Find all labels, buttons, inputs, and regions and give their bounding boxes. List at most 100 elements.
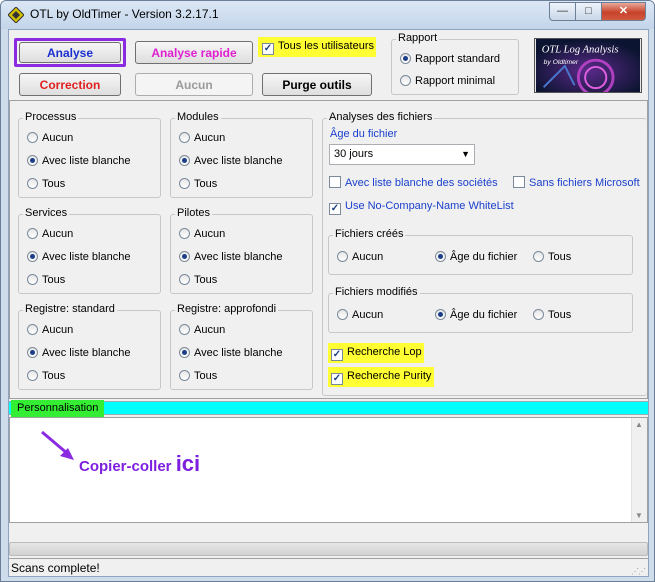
radio-dot[interactable] [179,132,190,143]
rapport-minimal-option[interactable]: Rapport minimal [400,75,495,89]
rapport-standard-label: Rapport standard [415,53,500,65]
radio-dot[interactable] [179,228,190,239]
option-label: Tous [194,370,218,382]
analyse-button[interactable]: Analyse [19,42,121,63]
option-label: Avec liste blanche [42,155,131,167]
radio-dot[interactable] [435,309,446,320]
checkbox-tick[interactable]: ✓ [331,373,343,385]
group-title: Registre: standard [23,303,117,315]
registre-approfondi-aucun[interactable]: Aucun [179,324,225,338]
radio-dot[interactable] [179,370,190,381]
radio-dot[interactable] [27,324,38,335]
checkbox-label: Sans fichiers Microsoft [529,177,640,189]
status-text: Scans complete! [11,561,100,575]
option-label: Tous [194,178,218,190]
checkbox-box[interactable] [329,176,341,188]
radio-dot[interactable] [27,370,38,381]
rapport-minimal-label: Rapport minimal [415,75,496,87]
tous-utilisateurs-label: Tous les utilisateurs [278,40,374,52]
modifies-aucun[interactable]: Aucun [337,309,383,323]
radio-dot[interactable] [179,347,190,358]
pilotes-avec-liste-blanche[interactable]: Avec liste blanche [179,251,282,265]
no-company-name-whitelist-checkbox[interactable]: ✓ Use No-Company-Name WhiteList [329,200,514,215]
group-title: Services [23,207,70,219]
processus-tous[interactable]: Tous [27,178,65,192]
textarea-scrollbar[interactable]: ▲ ▼ [631,418,647,522]
checkbox-tick[interactable]: ✓ [329,203,341,215]
option-label: Avec liste blanche [194,347,283,359]
radio-dot[interactable] [27,155,38,166]
radio-dot[interactable] [400,75,411,86]
modules-tous[interactable]: Tous [179,178,217,192]
radio-dot[interactable] [337,251,348,262]
purge-outils-button[interactable]: Purge outils [262,73,372,96]
annotation-text: Copier-coller [79,458,176,475]
services-avec-liste-blanche[interactable]: Avec liste blanche [27,251,130,265]
close-button[interactable]: ✕ [601,2,646,21]
analyse-rapide-button[interactable]: Analyse rapide [135,41,253,64]
radio-dot[interactable] [337,309,348,320]
processus-avec-liste-blanche[interactable]: Avec liste blanche [27,155,130,169]
avec-liste-blanche-societes-checkbox[interactable]: Avec liste blanche des sociétés [329,176,498,189]
rapport-standard-option[interactable]: Rapport standard [400,53,500,67]
radio-dot[interactable] [27,274,38,285]
radio-dot[interactable] [27,178,38,189]
correction-button[interactable]: Correction [19,73,121,96]
group-title: Modules [175,111,221,123]
radio-dot[interactable] [27,132,38,143]
resize-grip-icon[interactable]: ⋰⋰ [631,563,646,581]
maximize-button[interactable]: □ [575,2,602,21]
registre-standard-avec-liste-blanche[interactable]: Avec liste blanche [27,347,130,361]
recherche-lop-checkbox[interactable]: ✓ Recherche Lop [328,343,424,363]
radio-dot[interactable] [533,251,544,262]
option-label: Tous [42,274,66,286]
radio-dot[interactable] [179,274,190,285]
radio-dot[interactable] [400,53,411,64]
title-bar[interactable]: OTL by OldTimer - Version 3.2.17.1 — □ ✕ [1,1,654,29]
services-aucun[interactable]: Aucun [27,228,73,242]
radio-dot[interactable] [179,178,190,189]
crees-aucun[interactable]: Aucun [337,251,383,265]
scroll-up-icon[interactable]: ▲ [635,420,643,429]
radio-dot[interactable] [179,155,190,166]
aucun-button[interactable]: Aucun [135,73,253,96]
processus-aucun[interactable]: Aucun [27,132,73,146]
radio-dot[interactable] [533,309,544,320]
age-fichier-select[interactable]: 30 jours ▼ [329,144,475,165]
modifies-age-fichier[interactable]: Âge du fichier [435,309,517,323]
modules-avec-liste-blanche[interactable]: Avec liste blanche [179,155,282,169]
pilotes-aucun[interactable]: Aucun [179,228,225,242]
checkbox-tick[interactable]: ✓ [262,43,274,55]
crees-tous[interactable]: Tous [533,251,571,265]
recherche-purity-checkbox[interactable]: ✓ Recherche Purity [328,367,434,387]
radio-dot[interactable] [27,228,38,239]
radio-dot[interactable] [27,347,38,358]
modifies-tous[interactable]: Tous [533,309,571,323]
services-tous[interactable]: Tous [27,274,65,288]
otl-window: OTL by OldTimer - Version 3.2.17.1 — □ ✕… [0,0,655,582]
registre-standard-aucun[interactable]: Aucun [27,324,73,338]
radio-dot[interactable] [435,251,446,262]
group-title: Registre: approfondi [175,303,279,315]
sans-fichiers-microsoft-checkbox[interactable]: Sans fichiers Microsoft [513,176,645,189]
option-label: Avec liste blanche [194,155,283,167]
radio-dot[interactable] [179,251,190,262]
pilotes-tous[interactable]: Tous [179,274,217,288]
radio-dot[interactable] [179,324,190,335]
checkbox-tick[interactable]: ✓ [331,349,343,361]
checkbox-box[interactable] [513,176,525,188]
recherche-lop-label: Recherche Lop [347,346,422,358]
annotation-big-text: ici [175,451,201,476]
modules-aucun[interactable]: Aucun [179,132,225,146]
tous-utilisateurs-checkbox[interactable]: ✓ Tous les utilisateurs [258,37,376,57]
registre-approfondi-avec-liste-blanche[interactable]: Avec liste blanche [179,347,282,361]
recherche-purity-label: Recherche Purity [347,370,432,382]
minimize-button[interactable]: — [549,2,576,21]
registre-approfondi-tous[interactable]: Tous [179,370,217,384]
scroll-down-icon[interactable]: ▼ [635,511,643,520]
radio-dot[interactable] [27,251,38,262]
crees-age-fichier[interactable]: Âge du fichier [435,251,517,265]
registre-standard-tous[interactable]: Tous [27,370,65,384]
checkbox-label: Avec liste blanche des sociétés [345,177,498,189]
personnalisation-textarea[interactable]: Copier-coller ici ▲ ▼ [9,417,648,523]
